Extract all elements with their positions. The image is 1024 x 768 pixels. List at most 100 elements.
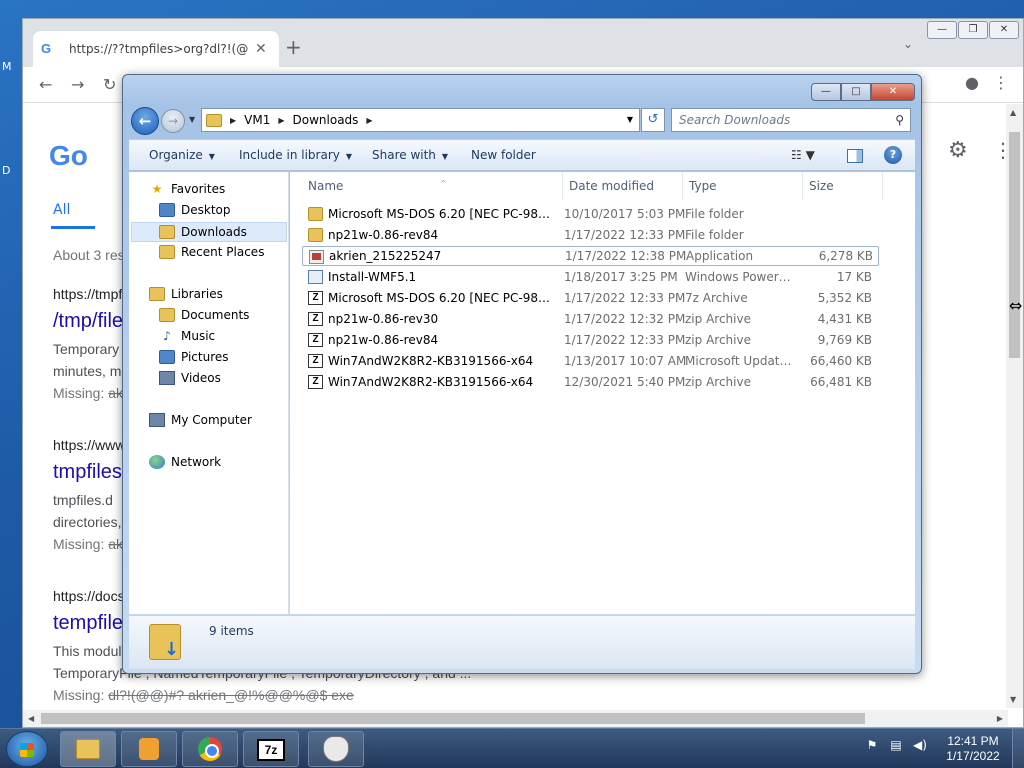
explorer-maximize-button[interactable]: □ [841, 83, 871, 101]
scroll-down-arrow-icon[interactable]: ▼ [1010, 695, 1016, 704]
file-row[interactable]: Z Win7AndW2K8R2-KB3191566-x64 1/13/2017 … [302, 351, 879, 371]
scroll-right-arrow-icon[interactable]: ▶ [997, 714, 1003, 723]
chrome-menu-icon[interactable]: ⋮ [993, 73, 1009, 92]
nav-favorites[interactable]: ★ Favorites [149, 182, 226, 196]
breadcrumb-vm1[interactable]: VM1 [244, 113, 270, 127]
file-name: Microsoft MS-DOS 6.20 [NEC PC-9801] [J..… [328, 207, 554, 221]
explorer-forward-button[interactable]: → [161, 109, 185, 133]
file-size: 4,431 KB [817, 312, 872, 326]
network-icon[interactable]: ▤ [888, 737, 904, 753]
nav-label: My Computer [171, 413, 252, 427]
chrome-restore-button[interactable]: ❐ [958, 21, 988, 39]
clock[interactable]: 12:41 PM 1/17/2022 [938, 734, 1008, 764]
nav-downloads[interactable]: Downloads [131, 222, 287, 242]
breadcrumb-chevron-icon[interactable]: ▶ [278, 116, 284, 125]
chrome-close-button[interactable]: ✕ [989, 21, 1019, 39]
search-input[interactable]: Search Downloads ⚲ [671, 108, 911, 132]
result-title[interactable]: tempfile [53, 612, 123, 635]
file-row[interactable]: Z Win7AndW2K8R2-KB3191566-x64 12/30/2021… [302, 372, 879, 392]
profile-avatar-icon[interactable]: ● [965, 73, 979, 92]
scroll-up-arrow-icon[interactable]: ▲ [1010, 108, 1016, 117]
nav-documents[interactable]: Documents [159, 308, 249, 322]
organize-label: Organize [149, 148, 203, 162]
new-folder-button[interactable]: New folder [471, 148, 536, 162]
desktop-icon-label-d: D [2, 164, 11, 177]
organize-button[interactable]: Organize ▼ [149, 148, 215, 162]
nav-libraries[interactable]: Libraries [149, 287, 223, 301]
file-size: 5,352 KB [817, 291, 872, 305]
column-header-type[interactable]: Type [683, 172, 803, 200]
result-url[interactable]: https://www [53, 437, 125, 453]
nav-music[interactable]: ♪ Music [159, 329, 215, 343]
taskbar-chrome[interactable] [182, 731, 238, 767]
nav-recent-places[interactable]: Recent Places [159, 245, 264, 259]
recent-pages-chevron-down-icon[interactable]: ▼ [189, 115, 195, 124]
file-date: 1/17/2022 12:33 PM [564, 291, 686, 305]
reload-icon[interactable]: ↻ [103, 75, 116, 94]
nav-network[interactable]: Network [149, 455, 221, 469]
nav-desktop[interactable]: Desktop [159, 203, 231, 217]
share-with-button[interactable]: Share with ▼ [372, 148, 448, 162]
file-row[interactable]: Microsoft MS-DOS 6.20 [NEC PC-9801] [J..… [302, 204, 879, 224]
result-url[interactable]: https://docs [53, 588, 125, 604]
show-desktop-button[interactable] [1012, 729, 1024, 768]
file-name: np21w-0.86-rev84 [328, 333, 439, 347]
tab-search-chevron-down-icon[interactable]: ⌄ [903, 37, 913, 51]
include-in-library-button[interactable]: Include in library ▼ [239, 148, 352, 162]
result-missing: Missing: ak [53, 536, 123, 552]
taskbar-7zip[interactable]: 7z [243, 731, 299, 767]
help-icon[interactable]: ? [884, 146, 902, 164]
explorer-minimize-button[interactable]: — [811, 83, 841, 101]
back-arrow-icon[interactable]: ← [39, 75, 52, 94]
volume-icon[interactable]: ◀) [912, 737, 928, 753]
preview-pane-icon[interactable] [847, 149, 863, 163]
page-vertical-scrollbar[interactable]: ▲ ▼ [1006, 104, 1023, 708]
google-logo[interactable]: Go [49, 140, 88, 172]
google-favicon-icon: G [41, 41, 52, 56]
horizontal-scroll-thumb[interactable] [41, 713, 865, 724]
address-bar[interactable]: ▶ VM1 ▶ Downloads ▶ ▼ [201, 108, 640, 132]
change-view-icon[interactable]: ☷ ▼ [791, 148, 815, 162]
column-header-name[interactable]: Name ^ [302, 172, 563, 200]
refresh-icon[interactable]: ↺ [641, 108, 665, 132]
forward-arrow-icon[interactable]: → [71, 75, 84, 94]
explorer-back-button[interactable]: ← [131, 107, 159, 135]
taskbar-explorer[interactable] [60, 731, 116, 767]
chrome-minimize-button[interactable]: — [927, 21, 957, 39]
breadcrumb-chevron-icon[interactable]: ▶ [230, 116, 236, 125]
result-title[interactable]: /tmp/file [53, 310, 123, 333]
file-row[interactable]: akrien_215225247 1/17/2022 12:38 PM Appl… [302, 246, 879, 266]
nav-my-computer[interactable]: My Computer [149, 413, 252, 427]
new-tab-button[interactable]: + [285, 35, 302, 59]
result-url[interactable]: https://tmpf [53, 286, 122, 302]
start-button[interactable] [6, 731, 48, 767]
file-row[interactable]: Install-WMF5.1 1/18/2017 3:25 PM Windows… [302, 267, 879, 287]
taskbar-media-player[interactable] [121, 731, 177, 767]
search-tab-all[interactable]: All [53, 202, 70, 218]
vertical-scroll-thumb[interactable] [1009, 132, 1020, 358]
page-horizontal-scrollbar[interactable]: ◀ ▶ [23, 710, 1008, 727]
update-package-icon: Z [308, 354, 323, 368]
file-row[interactable]: np21w-0.86-rev84 1/17/2022 12:33 PM File… [302, 225, 879, 245]
downloads-folder-icon [149, 624, 181, 660]
chrome-tab[interactable]: G https://??tmpfiles>org?dl?!(@@)#? ✕ [33, 31, 279, 67]
search-icon[interactable]: ⚲ [895, 109, 904, 131]
taskbar-cat-app[interactable] [308, 731, 364, 767]
breadcrumb-downloads[interactable]: Downloads [293, 113, 359, 127]
breadcrumb-chevron-icon[interactable]: ▶ [366, 116, 372, 125]
column-header-date[interactable]: Date modified [563, 172, 683, 200]
music-icon: ♪ [163, 329, 171, 343]
nav-pictures[interactable]: Pictures [159, 350, 229, 364]
nav-videos[interactable]: Videos [159, 371, 221, 385]
gear-icon[interactable]: ⚙ [948, 138, 968, 163]
explorer-close-button[interactable]: ✕ [871, 83, 915, 101]
address-history-chevron-down-icon[interactable]: ▼ [627, 115, 633, 124]
file-row[interactable]: Z Microsoft MS-DOS 6.20 [NEC PC-9801] [J… [302, 288, 879, 308]
scroll-left-arrow-icon[interactable]: ◀ [28, 714, 34, 723]
action-center-flag-icon[interactable]: ⚑ [864, 737, 880, 753]
column-header-size[interactable]: Size [803, 172, 883, 200]
file-row[interactable]: Z np21w-0.86-rev30 1/17/2022 12:32 PM zi… [302, 309, 879, 329]
tab-close-icon[interactable]: ✕ [255, 41, 267, 57]
result-title[interactable]: tmpfiles [53, 461, 122, 484]
file-row[interactable]: Z np21w-0.86-rev84 1/17/2022 12:33 PM zi… [302, 330, 879, 350]
